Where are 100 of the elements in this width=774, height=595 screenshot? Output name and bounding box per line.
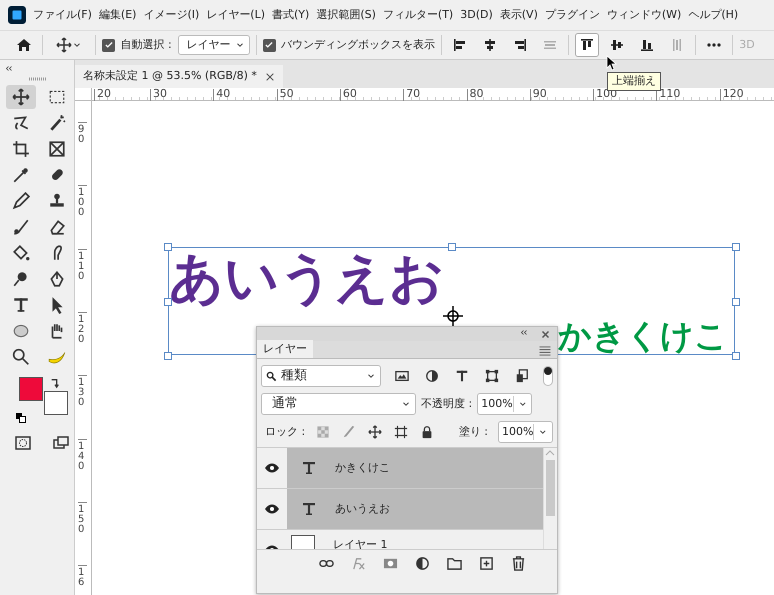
ellipse-icon	[12, 322, 30, 340]
lock-icon	[420, 425, 434, 439]
tooltip: 上端揃え	[607, 72, 661, 90]
close-icon	[264, 72, 275, 82]
brush-icon	[12, 218, 30, 236]
menu-item[interactable]: 書式(Y)	[272, 6, 310, 24]
mode-label: 3D	[739, 36, 755, 53]
mask-icon	[382, 556, 398, 571]
transform-handle[interactable]	[732, 243, 740, 251]
menu-icon	[539, 346, 551, 356]
effects-icon	[350, 556, 366, 571]
transform-handle[interactable]	[732, 352, 740, 360]
filter-button[interactable]	[483, 367, 501, 385]
menu-item[interactable]: イメージ(I)	[143, 6, 200, 24]
trash-icon	[510, 556, 526, 571]
transform-handle[interactable]	[732, 298, 740, 306]
ruler-label: 90	[78, 122, 87, 145]
close-icon	[540, 330, 550, 338]
checker-icon	[316, 425, 330, 439]
ruler-label: 100	[78, 185, 87, 218]
transform-handle[interactable]	[448, 243, 456, 251]
menu-item[interactable]: 表示(V)	[500, 6, 538, 24]
visibility-toggle[interactable]	[263, 502, 281, 516]
close-button[interactable]	[539, 328, 551, 340]
filter-dropdown[interactable]: 種類	[261, 365, 381, 387]
panel-footer-button[interactable]	[477, 554, 495, 572]
blend-mode-dropdown[interactable]: 通常	[261, 393, 416, 415]
crosshair-icon	[442, 305, 464, 327]
auto-select-dropdown[interactable]: レイヤー	[178, 34, 250, 56]
auto-select-checkbox[interactable]	[102, 38, 115, 52]
menu-item[interactable]: レイヤー(L)	[206, 6, 266, 24]
filter-toggle[interactable]	[543, 366, 553, 386]
canvas-text: あいうえお	[169, 251, 444, 305]
brush-icon	[342, 425, 356, 439]
magic-wand-icon	[48, 114, 66, 132]
lock-button[interactable]	[367, 424, 384, 440]
menu-item[interactable]: ウィンドウ(W)	[606, 6, 682, 24]
home-icon	[16, 37, 32, 53]
type-icon	[301, 460, 317, 476]
transform-handle[interactable]	[164, 352, 172, 360]
new-layer-icon	[478, 556, 494, 571]
background-color-swatch[interactable]	[44, 391, 68, 415]
checkbox-label: バウンディングボックスを表示	[281, 36, 436, 53]
fill-field[interactable]: 100%	[498, 421, 553, 443]
default-colors-icon	[16, 413, 26, 423]
grip-icon	[28, 77, 48, 81]
move-tool-button[interactable]	[6, 85, 36, 109]
checkbox-label: 自動選択 :	[120, 36, 172, 53]
panel-footer-button[interactable]	[413, 554, 431, 572]
move-icon	[12, 88, 30, 106]
menu-item[interactable]: フィルター(T)	[382, 6, 454, 24]
lasso-icon	[12, 114, 30, 132]
swap-icon	[50, 377, 60, 389]
canvas-text: かきくけこ	[558, 319, 728, 352]
search-icon	[266, 370, 277, 382]
half-circle-icon	[414, 556, 430, 571]
menu-item[interactable]: 編集(E)	[98, 6, 136, 24]
eye-icon	[264, 463, 280, 473]
lock-button[interactable]	[393, 424, 410, 440]
menu-item[interactable]: ヘルプ(H)	[688, 6, 738, 24]
marquee-icon	[48, 88, 66, 106]
quick-mask-icon	[14, 435, 32, 451]
bounding-box-checkbox[interactable]	[262, 38, 276, 52]
ruler-label: 110	[78, 248, 87, 282]
mouse-cursor-icon	[606, 55, 618, 71]
foreground-color-swatch[interactable]	[19, 377, 43, 401]
ruler-label: 140	[78, 438, 87, 472]
type-icon	[12, 296, 30, 314]
crop-icon	[12, 140, 30, 158]
artboard-icon	[394, 425, 408, 439]
transform-handle[interactable]	[164, 243, 172, 251]
move-icon	[368, 425, 382, 439]
checkmark-icon	[264, 40, 274, 50]
ruler-label: 150	[78, 502, 87, 535]
visibility-toggle[interactable]	[263, 461, 281, 475]
transform-handle[interactable]	[164, 298, 172, 306]
field-label: 塗り :	[458, 424, 488, 440]
type-icon	[301, 501, 317, 517]
align-top-icon	[579, 37, 596, 53]
filter-button[interactable]	[423, 367, 441, 385]
align-button[interactable]	[575, 33, 600, 57]
layer-row[interactable]: あいうえお	[287, 489, 543, 529]
align-middle-icon	[609, 37, 626, 53]
field-label: 不透明度 :	[421, 396, 472, 412]
menu-item[interactable]: ファイル(F)	[33, 6, 92, 24]
panel-menu-button[interactable]	[537, 344, 553, 358]
layer-row[interactable]: かきくけこ	[287, 448, 543, 488]
move-icon	[56, 37, 72, 53]
menu-item[interactable]: 3D(D)	[460, 6, 493, 24]
scrollbar[interactable]	[543, 448, 557, 549]
menu-item[interactable]: 選択範囲(S)	[316, 6, 376, 24]
type-filter-icon	[455, 369, 469, 383]
panel-tab[interactable]: レイヤー	[257, 340, 313, 358]
menu-item[interactable]: プラグイン	[544, 6, 600, 24]
opacity-field[interactable]: 100%	[477, 393, 532, 415]
checkmark-icon	[104, 40, 114, 50]
align-right-icon	[512, 37, 528, 53]
document-tab[interactable]: 名称未設定 1 @ 53.5% (RGB/8) *	[75, 65, 283, 88]
frame-icon	[48, 140, 66, 158]
screen-mode-icon	[52, 435, 70, 451]
